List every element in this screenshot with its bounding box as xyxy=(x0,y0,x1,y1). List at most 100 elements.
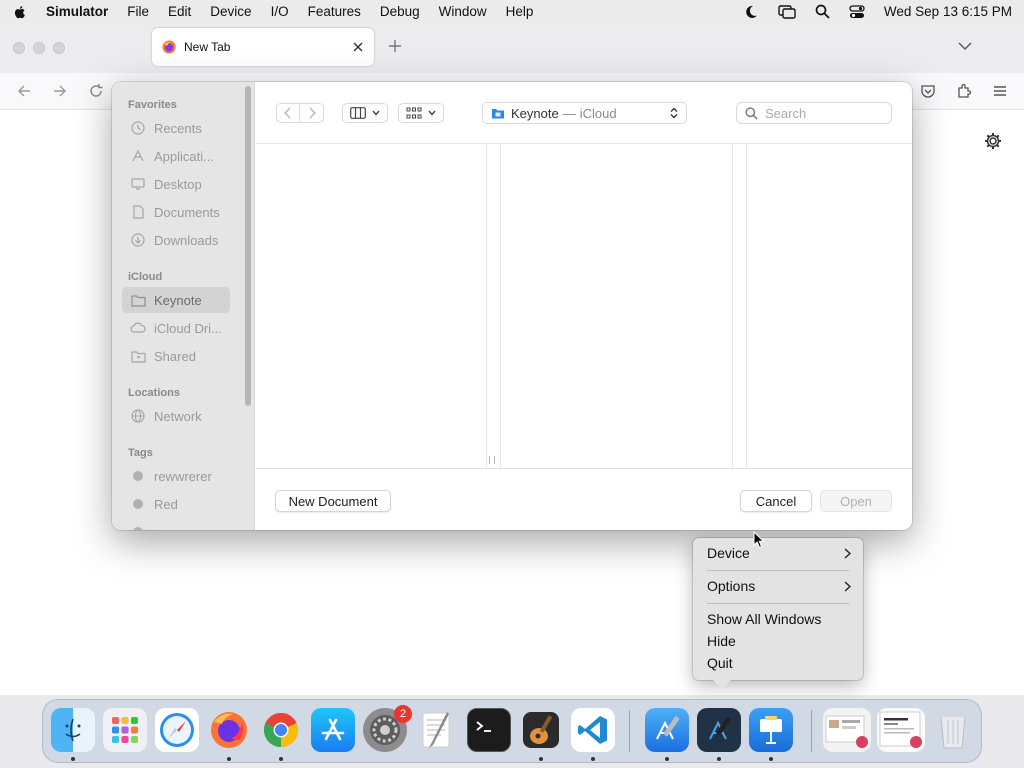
sidebar-item-documents[interactable]: Documents xyxy=(122,199,230,225)
dialog-back-button[interactable] xyxy=(277,104,300,122)
menu-edit[interactable]: Edit xyxy=(168,4,191,19)
textedit-icon[interactable] xyxy=(415,708,459,752)
tab-strip: New Tab xyxy=(0,23,1024,73)
finder-icon[interactable] xyxy=(51,708,95,752)
garageband-icon[interactable] xyxy=(519,708,563,752)
app-store-icon[interactable] xyxy=(311,708,355,752)
new-tab-plus-icon[interactable] xyxy=(388,39,402,53)
menu-features[interactable]: Features xyxy=(308,4,361,19)
tags-header: Tags xyxy=(128,447,153,459)
sidebar-item-applications[interactable]: Applicati... xyxy=(122,143,230,169)
new-document-button[interactable]: New Document xyxy=(275,490,391,512)
menu-device[interactable]: Device xyxy=(210,4,251,19)
chrome-icon[interactable] xyxy=(259,708,303,752)
pocket-icon[interactable] xyxy=(920,83,936,99)
forward-arrow-icon[interactable] xyxy=(52,83,68,99)
column-view-icon xyxy=(350,107,366,119)
reload-icon[interactable] xyxy=(88,83,104,99)
hamburger-menu-icon[interactable] xyxy=(992,83,1008,99)
dock: 2 xyxy=(42,699,982,763)
sidebar-item-label: Keynote xyxy=(154,292,202,308)
search-icon xyxy=(745,106,758,120)
close-window-button[interactable] xyxy=(13,42,25,54)
system-settings-icon[interactable]: 2 xyxy=(363,705,412,752)
sidebar-item-label: Red xyxy=(154,496,178,512)
column-resize-handle[interactable] xyxy=(489,456,495,464)
menu-item-options[interactable]: Options xyxy=(707,576,851,596)
tag-dot-icon xyxy=(130,524,146,530)
screen-mirroring-icon[interactable] xyxy=(778,4,796,19)
sidebar-item-icloud-drive[interactable]: iCloud Dri... xyxy=(122,315,230,341)
dock-context-menu: Device Options Show All Windows Hide Qui… xyxy=(693,538,863,680)
menu-item-show-all-windows[interactable]: Show All Windows xyxy=(707,609,851,629)
back-arrow-icon[interactable] xyxy=(16,83,32,99)
firefox-icon xyxy=(162,40,176,54)
menu-item-device[interactable]: Device xyxy=(707,543,851,563)
group-by-button[interactable] xyxy=(398,103,444,123)
extensions-puzzle-icon[interactable] xyxy=(956,83,972,99)
running-indicator xyxy=(717,757,721,761)
instruments-simulator-icon[interactable] xyxy=(697,708,741,752)
running-indicator xyxy=(539,757,543,761)
column-browser[interactable] xyxy=(256,144,912,469)
download-icon xyxy=(130,232,146,248)
list-all-tabs-chevron-icon[interactable] xyxy=(958,41,972,51)
sidebar-item-tag-red[interactable]: Red xyxy=(122,491,230,517)
sidebar-item-recents[interactable]: Recents xyxy=(122,115,230,141)
menu-item-quit[interactable]: Quit xyxy=(707,653,851,673)
terminal-icon[interactable] xyxy=(467,708,511,752)
cancel-button[interactable]: Cancel xyxy=(740,490,812,512)
dialog-toolbar: Keynote — iCloud xyxy=(256,82,912,144)
control-center-icon[interactable] xyxy=(849,4,865,19)
sidebar-item-tag-partial[interactable] xyxy=(122,519,230,530)
menu-item-hide[interactable]: Hide xyxy=(707,631,851,651)
dark-mode-moon-icon[interactable] xyxy=(743,4,759,20)
chevron-right-icon xyxy=(309,107,316,119)
menu-help[interactable]: Help xyxy=(506,4,534,19)
chevron-down-icon xyxy=(428,110,436,116)
open-button[interactable]: Open xyxy=(820,490,892,512)
zoom-window-button[interactable] xyxy=(53,42,65,54)
sidebar-scrollbar[interactable] xyxy=(245,86,251,406)
tab-new-tab[interactable]: New Tab xyxy=(152,28,374,66)
xcode-icon[interactable] xyxy=(645,708,689,752)
column-divider[interactable] xyxy=(732,144,733,469)
sidebar-item-label: Shared xyxy=(154,348,196,364)
location-popup[interactable]: Keynote — iCloud xyxy=(482,102,687,124)
menu-debug[interactable]: Debug xyxy=(380,4,420,19)
sidebar-item-tag-rewwrerer[interactable]: rewwrerer xyxy=(122,463,230,489)
sidebar-item-downloads[interactable]: Downloads xyxy=(122,227,230,253)
sidebar-item-desktop[interactable]: Desktop xyxy=(122,171,230,197)
menu-window[interactable]: Window xyxy=(439,4,487,19)
new-tab-settings-gear-icon[interactable] xyxy=(984,132,1002,150)
safari-icon[interactable] xyxy=(155,708,199,752)
minimize-window-button[interactable] xyxy=(33,42,45,54)
menu-io[interactable]: I/O xyxy=(271,4,289,19)
keynote-icon[interactable] xyxy=(749,708,793,752)
sidebar-item-network[interactable]: Network xyxy=(122,403,230,429)
sidebar-item-label: rewwrerer xyxy=(154,468,212,484)
vscode-icon[interactable] xyxy=(571,708,615,752)
spotlight-search-icon[interactable] xyxy=(815,4,830,19)
menu-file[interactable]: File xyxy=(127,4,149,19)
tab-title: New Tab xyxy=(184,40,231,54)
search-input[interactable] xyxy=(765,105,875,121)
menu-app-name[interactable]: Simulator xyxy=(46,4,108,19)
sidebar-item-label: iCloud Dri... xyxy=(154,320,222,336)
running-indicator xyxy=(227,757,231,761)
recent-document-icon[interactable] xyxy=(877,708,925,752)
launchpad-icon[interactable] xyxy=(103,708,147,752)
recent-document-stack-icon[interactable] xyxy=(823,708,871,752)
firefox-dock-icon[interactable] xyxy=(207,708,251,752)
apple-logo-icon[interactable] xyxy=(12,4,28,20)
trash-icon[interactable] xyxy=(931,708,975,752)
sidebar-item-keynote[interactable]: Keynote xyxy=(122,287,230,313)
dialog-search-field[interactable] xyxy=(736,102,892,124)
column-divider[interactable] xyxy=(486,144,487,469)
globe-network-icon xyxy=(130,408,146,424)
view-mode-button[interactable] xyxy=(342,103,388,123)
menu-bar-clock[interactable]: Wed Sep 13 6:15 PM xyxy=(884,4,1012,19)
dialog-forward-button[interactable] xyxy=(300,104,323,122)
sidebar-item-shared[interactable]: Shared xyxy=(122,343,230,369)
close-tab-icon[interactable] xyxy=(352,41,364,53)
